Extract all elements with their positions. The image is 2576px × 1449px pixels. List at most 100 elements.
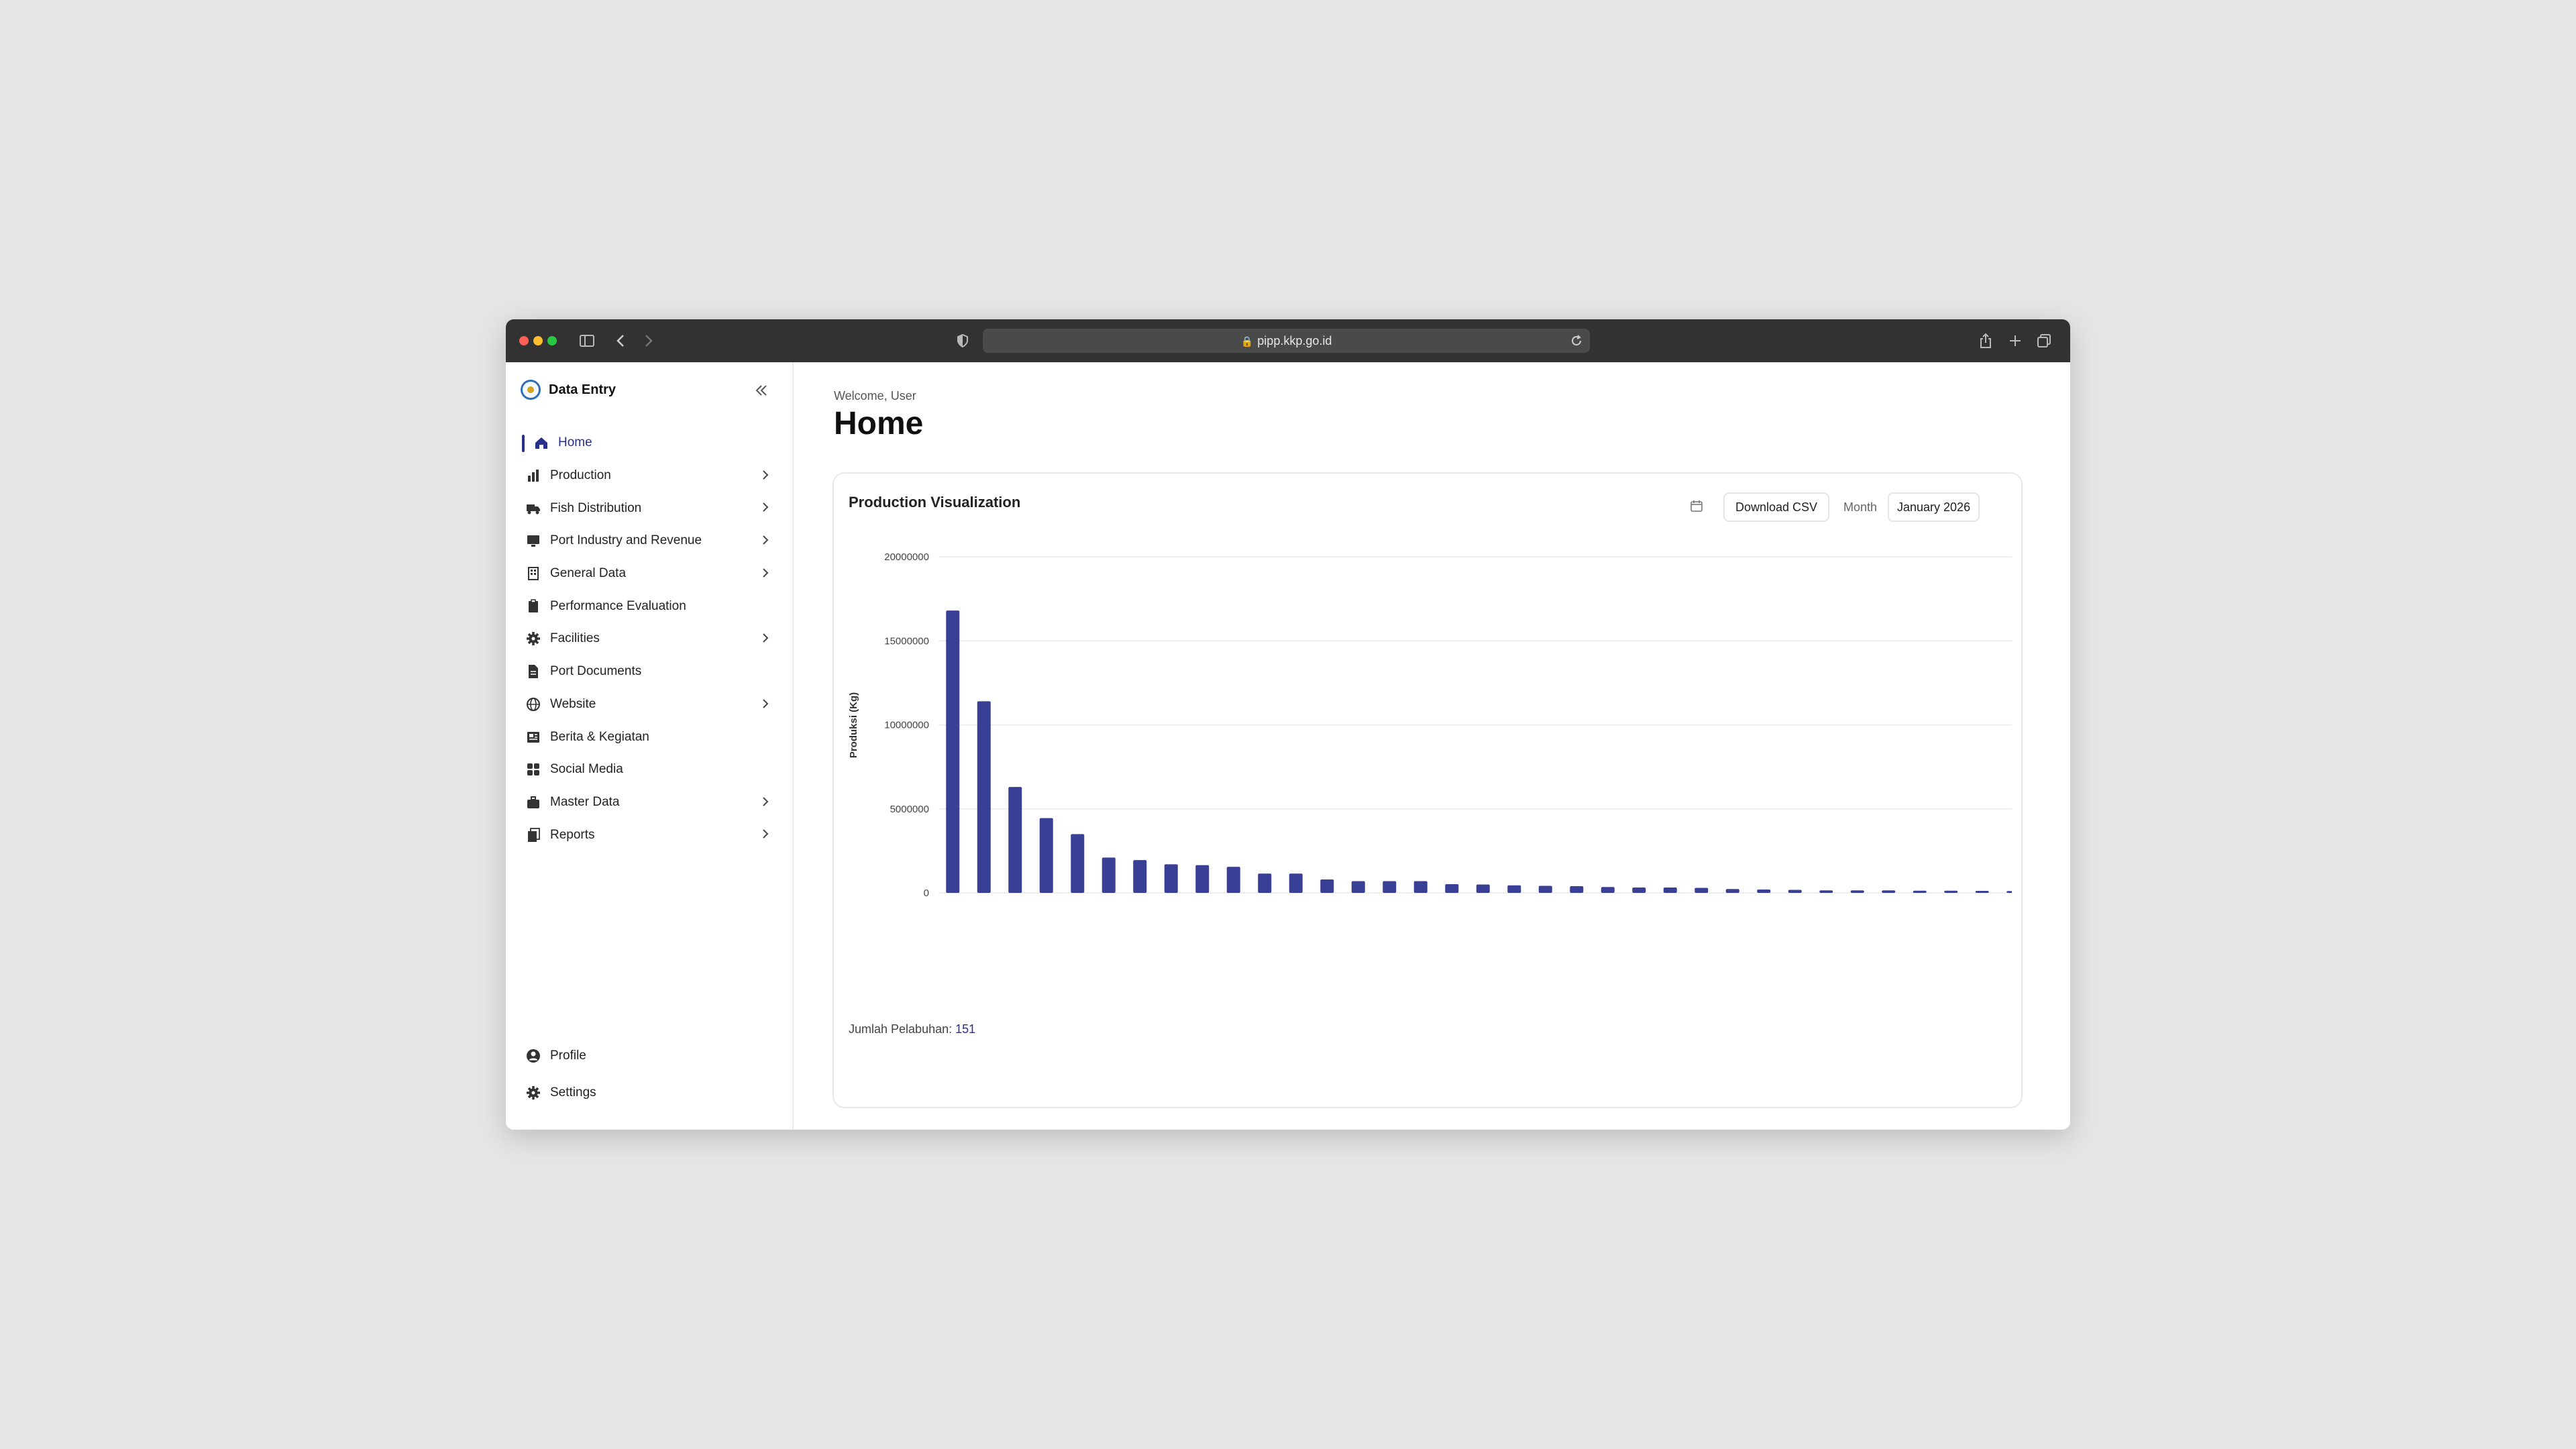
- sidebar-bottom-nav: Profile Settings: [522, 1037, 777, 1111]
- chart-bar: [1507, 885, 1521, 893]
- sidebar-item-performance-evaluation[interactable]: Performance Evaluation: [522, 590, 777, 623]
- y-tick-label: 20000000: [884, 551, 929, 563]
- truck-icon: [526, 501, 541, 516]
- x-tick-label: PPN. Pemangkat: [1790, 910, 1800, 974]
- chart-bar: [1975, 890, 1989, 893]
- x-tick-label: PPN. Palabuhanratu: [1728, 910, 1737, 987]
- sidebar-item-website[interactable]: Website: [522, 688, 777, 721]
- port-count: Jumlah Pelabuhan: 151: [849, 1022, 975, 1036]
- x-tick-label: PPN. Tegalsari: [948, 910, 957, 965]
- chevron-right-icon: [762, 828, 769, 843]
- x-tick-label: PP. Kecuh Meulek: [1821, 910, 1831, 978]
- sidebar: Data Entry Home Production Fish Distributi…: [506, 362, 794, 1130]
- sidebar-item-profile[interactable]: Profile: [522, 1037, 777, 1074]
- chevron-right-icon: [762, 796, 769, 811]
- sidebar-item-label: Master Data: [550, 794, 620, 809]
- x-tick-label: PPN. Kejawanan: [1853, 910, 1862, 974]
- sidebar-item-berita-kegiatan[interactable]: Berita & Kegiatan: [522, 720, 777, 753]
- chart-bar: [1913, 890, 1927, 893]
- y-tick-label: 5000000: [890, 804, 929, 815]
- x-tick-label: PP. Tual: [1634, 910, 1644, 941]
- reload-icon[interactable]: [1570, 334, 1583, 351]
- chart-bar: [2006, 891, 2012, 893]
- month-select[interactable]: January 2026: [1888, 492, 1980, 522]
- maximize-window-button[interactable]: [547, 336, 557, 345]
- sidebar-item-label: Reports: [550, 827, 595, 842]
- forward-icon[interactable]: [644, 330, 653, 352]
- lock-icon: 🔒: [1240, 336, 1254, 347]
- share-icon[interactable]: [1979, 330, 1992, 352]
- collapse-sidebar-icon[interactable]: [751, 380, 772, 401]
- grid-icon: [526, 762, 541, 777]
- chart-bar: [1445, 883, 1459, 893]
- sidebar-item-label: Facilities: [550, 631, 600, 646]
- home-icon: [534, 435, 549, 450]
- sidebar-item-label: Website: [550, 696, 596, 711]
- x-tick-label: PPP. Lempasing: [1603, 910, 1613, 972]
- gear-icon: [526, 631, 541, 646]
- sidebar-nav: Home Production Fish Distribution Port Indu…: [522, 427, 777, 851]
- chart-bar: [1695, 888, 1709, 893]
- document-icon: [526, 664, 541, 679]
- brand[interactable]: Data Entry: [521, 380, 616, 400]
- x-tick-label: PU. Tanjung Wangi: [1541, 910, 1550, 981]
- sidebar-item-reports[interactable]: Reports: [522, 818, 777, 851]
- chart-bar: [1289, 873, 1303, 893]
- sidebar-item-label: Settings: [550, 1085, 596, 1099]
- new-tab-icon[interactable]: [2008, 330, 2022, 352]
- minimize-window-button[interactable]: [533, 336, 543, 345]
- x-tick-label: PPS. Bungus: [1416, 910, 1426, 960]
- chart-bar: [1258, 873, 1272, 893]
- sidebar-item-home[interactable]: Home: [522, 427, 777, 460]
- calendar-icon[interactable]: [1690, 499, 1703, 516]
- chart-bar: [1195, 865, 1210, 893]
- brand-logo-icon: [521, 380, 541, 400]
- sidebar-item-master-data[interactable]: Master Data: [522, 786, 777, 819]
- x-tick-label: PPP. Kidang Lor: [1447, 910, 1456, 971]
- chart-bar: [977, 701, 991, 893]
- sidebar-item-port-documents[interactable]: Port Documents: [522, 655, 777, 688]
- back-icon[interactable]: [616, 330, 625, 352]
- chart-bar: [1039, 818, 1053, 893]
- y-tick-label: 15000000: [884, 635, 929, 647]
- sidebar-item-settings[interactable]: Settings: [522, 1074, 777, 1111]
- browser-window: 🔒 pipp.kkp.go.id Data Entry Home Productio…: [506, 319, 2070, 1130]
- chart-bar: [1632, 887, 1646, 893]
- x-tick-label: PPP. Mayangan: [1479, 910, 1488, 970]
- monitor-icon: [526, 533, 541, 548]
- address-bar[interactable]: 🔒 pipp.kkp.go.id: [983, 329, 1590, 353]
- tab-overview-icon[interactable]: [2037, 330, 2051, 352]
- sidebar-item-production[interactable]: Production: [522, 460, 777, 492]
- sidebar-item-label: Fish Distribution: [550, 500, 642, 515]
- x-tick-label: PPS. Belawan: [1509, 910, 1519, 964]
- chart-bar: [1601, 887, 1615, 893]
- x-tick-label: PPN. Karangantu: [1572, 910, 1581, 975]
- chart-bar: [1071, 834, 1085, 893]
- sidebar-item-label: Port Industry and Revenue: [550, 533, 702, 548]
- chart-bar: [1133, 860, 1147, 893]
- x-tick-label: PP. Karangsong: [1135, 910, 1144, 970]
- chart-bar: [1320, 879, 1334, 893]
- sidebar-item-label: Berita & Kegiatan: [550, 729, 649, 744]
- sidebar-item-port-industry-and-revenue[interactable]: Port Industry and Revenue: [522, 525, 777, 557]
- close-window-button[interactable]: [519, 336, 529, 345]
- y-axis-label: Produksi (Kg): [848, 692, 859, 758]
- sidebar-item-general-data[interactable]: General Data: [522, 557, 777, 590]
- sidebar-item-social-media[interactable]: Social Media: [522, 753, 777, 786]
- chart-bar: [1788, 890, 1802, 893]
- download-csv-button[interactable]: Download CSV: [1723, 492, 1830, 522]
- x-tick-label: PPN. Pengambengan: [1666, 910, 1675, 991]
- sidebar-toggle-icon[interactable]: [580, 330, 594, 352]
- port-count-value: 151: [955, 1022, 976, 1036]
- chart-bar: [1383, 881, 1397, 893]
- shield-icon[interactable]: [957, 330, 969, 352]
- chart-bar: [1819, 890, 1833, 893]
- y-tick-label: 10000000: [884, 720, 929, 731]
- card-title: Production Visualization: [849, 494, 1021, 511]
- gear-icon: [526, 1085, 541, 1100]
- sidebar-item-facilities[interactable]: Facilities: [522, 623, 777, 655]
- x-tick-label: PPS. Cilacap: [1229, 910, 1238, 960]
- x-tick-label: PP. Baran: [1978, 910, 1987, 947]
- sidebar-item-fish-distribution[interactable]: Fish Distribution: [522, 492, 777, 525]
- clipboard-icon: [526, 599, 541, 614]
